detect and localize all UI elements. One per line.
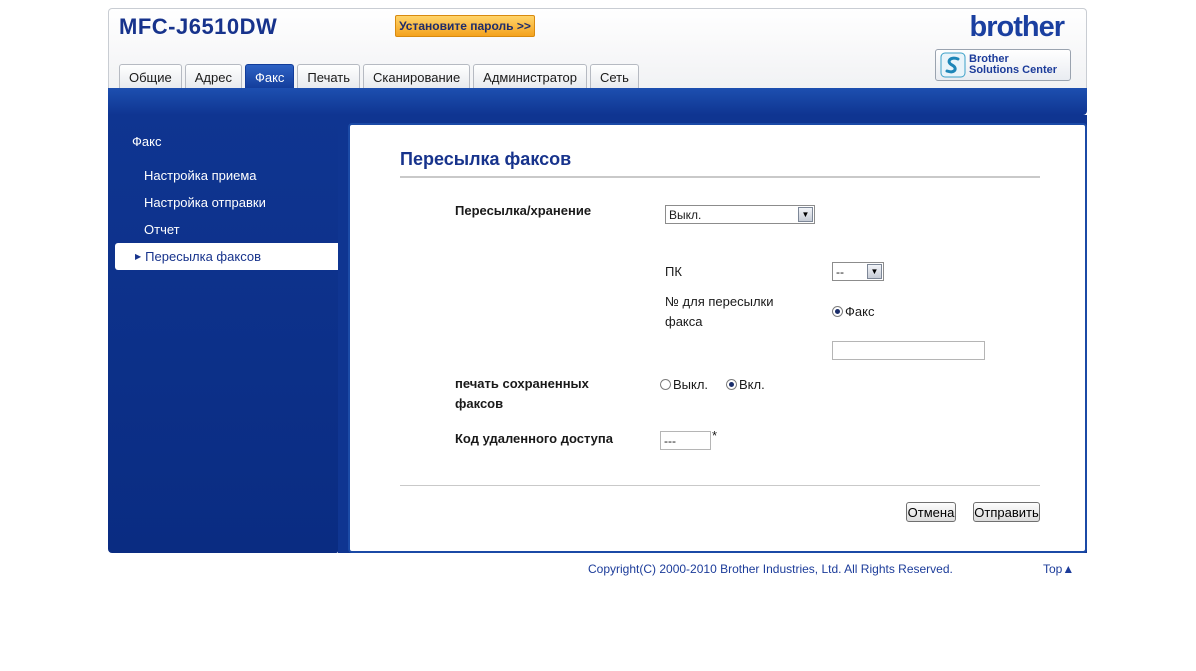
tab-general[interactable]: Общие (119, 64, 182, 89)
submit-button[interactable]: Отправить (973, 502, 1040, 522)
remote-code-field[interactable]: --- (660, 431, 711, 450)
sidebar-item-label: Пересылка факсов (145, 249, 261, 264)
tab-bar-strip (108, 88, 1087, 115)
pc-value: -- (836, 264, 844, 279)
page-frame: MFC-J6510DW Установите пароль >> brother… (108, 8, 1087, 553)
cancel-button[interactable]: Отмена (906, 502, 956, 522)
print-stored-label-line1: печать сохраненных (455, 376, 589, 391)
print-on-radio[interactable] (726, 379, 737, 390)
top-link-label: Top (1043, 562, 1063, 576)
tab-fax[interactable]: Факс (244, 64, 295, 89)
forward-storage-label: Пересылка/хранение (455, 203, 592, 218)
content-panel: Пересылка факсов Пересылка/хранение Выкл… (348, 123, 1087, 553)
set-password-button[interactable]: Установите пароль >> (395, 15, 535, 37)
main-tabs: Общие Адрес Факс Печать Сканирование Адм… (119, 64, 639, 89)
top-link[interactable]: Top▲ (1043, 562, 1074, 576)
sidebar: Факс Настройка приема Настройка отправки… (108, 115, 338, 553)
chevron-down-icon: ▼ (798, 207, 813, 222)
pc-label: ПК (665, 264, 682, 279)
fax-number-field[interactable] (832, 341, 985, 360)
print-off-radio[interactable] (660, 379, 671, 390)
tab-print[interactable]: Печать (297, 64, 361, 89)
remote-code-label: Код удаленного доступа (455, 431, 613, 446)
forward-storage-value: Выкл. (669, 207, 702, 222)
sidebar-item-send-settings[interactable]: Настройка отправки (115, 189, 338, 216)
tab-administrator[interactable]: Администратор (473, 64, 587, 89)
fax-radio-label: Факс (845, 304, 875, 319)
forward-number-label: № для пересылки факса (665, 292, 774, 332)
fax-radio[interactable] (832, 306, 843, 317)
model-name: MFC-J6510DW (119, 14, 278, 39)
print-stored-label: печать сохраненных факсов (455, 374, 589, 414)
print-on-label: Вкл. (739, 377, 765, 392)
header: MFC-J6510DW Установите пароль >> brother… (108, 8, 1087, 89)
forward-storage-select[interactable]: Выкл. ▼ (665, 205, 815, 224)
print-stored-label-line2: факсов (455, 396, 504, 411)
sidebar-title: Факс (132, 134, 162, 149)
tab-scan[interactable]: Сканирование (363, 64, 471, 89)
form-divider (400, 485, 1040, 486)
forward-number-label-line2: факса (665, 314, 703, 329)
caret-right-icon: ▶ (135, 252, 142, 261)
title-divider (400, 176, 1040, 178)
fax-radio-group: Факс (832, 304, 874, 319)
page-title: Пересылка факсов (400, 149, 572, 169)
arrow-up-icon: ▲ (1062, 562, 1075, 576)
print-on-radio-group: Вкл. (726, 377, 765, 392)
remote-code-suffix: * (712, 428, 718, 443)
solutions-center-button[interactable]: Brother Solutions Center (935, 49, 1071, 81)
tab-network[interactable]: Сеть (589, 64, 639, 89)
brother-logo: brother (969, 11, 1065, 43)
sidebar-item-receive-settings[interactable]: Настройка приема (115, 162, 338, 189)
solutions-center-icon (940, 52, 966, 78)
print-off-label: Выкл. (673, 377, 709, 392)
sidebar-item-report[interactable]: Отчет (115, 216, 338, 243)
solutions-center-line2: Solutions Center (969, 64, 1058, 76)
tab-address[interactable]: Адрес (184, 64, 242, 89)
print-off-radio-group: Выкл. (660, 377, 708, 392)
chevron-down-icon: ▼ (867, 264, 882, 279)
pc-select[interactable]: -- ▼ (832, 262, 884, 281)
copyright-text: Copyright(C) 2000-2010 Brother Industrie… (588, 562, 953, 576)
forward-number-label-line1: № для пересылки (665, 294, 774, 309)
sidebar-item-fax-forward[interactable]: ▶ Пересылка факсов (115, 243, 338, 270)
